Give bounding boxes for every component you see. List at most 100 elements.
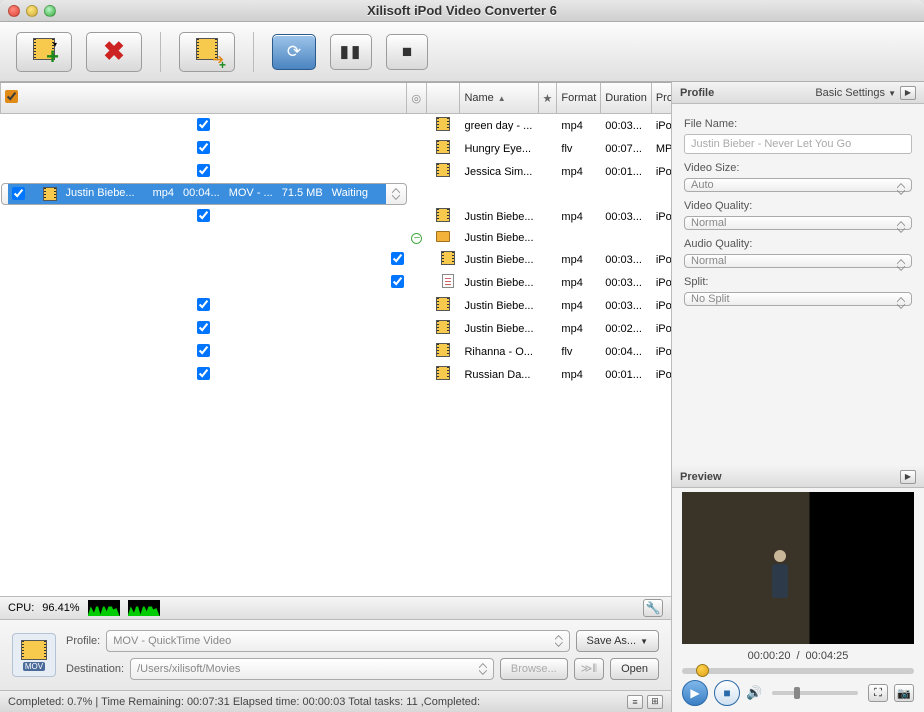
format-cell <box>557 228 601 248</box>
videoquality-select[interactable]: Normal <box>684 216 912 230</box>
table-row[interactable]: −Justin Biebe... <box>1 228 672 248</box>
format-cell: mp4 <box>557 271 601 294</box>
grid-view-button[interactable]: ⊞ <box>647 695 663 709</box>
name-cell: Justin Biebe... <box>460 271 538 294</box>
table-row[interactable]: Hungry Eye...flv00:07...MP4 - ...62.8 MB… <box>1 137 672 160</box>
filename-label: File Name: <box>684 118 912 130</box>
play-button[interactable]: ▶ <box>682 680 708 706</box>
row-checkbox[interactable] <box>197 298 210 311</box>
table-row[interactable]: Russian Da...mp400:01...iPod - ...8.4 MB… <box>1 363 672 386</box>
column-header[interactable] <box>427 83 460 114</box>
destination-field[interactable]: /Users/xilisoft/Movies <box>130 658 494 680</box>
duration-cell: 00:03... <box>601 114 652 138</box>
delete-button[interactable]: ✖ <box>86 32 142 72</box>
split-select[interactable]: No Split <box>684 292 912 306</box>
row-checkbox[interactable] <box>197 141 210 154</box>
name-cell: Russian Da... <box>460 363 538 386</box>
profile-cell: iPod - ... <box>651 294 671 317</box>
column-header[interactable]: Name <box>460 83 538 114</box>
video-frame <box>682 492 914 644</box>
output-cell: 71.5 MB <box>278 184 328 204</box>
table-row[interactable]: Justin Biebe...mp400:03...iPod - ...21.0… <box>1 205 672 228</box>
profile-label: Profile: <box>66 635 100 647</box>
profile-cell: iPod to... <box>651 271 671 294</box>
profile-cell: iPod - ... <box>651 363 671 386</box>
table-row[interactable]: green day - ...mp400:03...iPod - ...16.5… <box>1 114 672 138</box>
filename-input[interactable]: Justin Bieber - Never Let You Go <box>684 134 912 154</box>
videosize-select[interactable]: Auto <box>684 178 912 192</box>
profile-cell: iPod - ... <box>651 114 671 138</box>
row-checkbox[interactable] <box>197 118 210 131</box>
audioquality-select[interactable]: Normal <box>684 254 912 268</box>
format-cell: mp4 <box>557 294 601 317</box>
table-row[interactable]: Justin Biebe...mp400:02...iPod - ...15.7… <box>1 317 672 340</box>
table-row[interactable]: Jessica Sim...mp400:01...iPod - ...6.0 M… <box>1 160 672 183</box>
table-row[interactable]: Justin Biebe...mp400:03...iPod to...30.7… <box>1 271 672 294</box>
preview-video[interactable] <box>682 492 914 644</box>
panel-toggle-button[interactable]: ▶ <box>900 86 916 100</box>
list-icon: ≡ <box>632 697 637 707</box>
grid-icon: ⊞ <box>651 696 659 707</box>
name-cell: Justin Biebe... <box>460 317 538 340</box>
add-profile-button[interactable]: ➔+ <box>179 32 235 72</box>
row-checkbox[interactable] <box>197 321 210 334</box>
select-all-checkbox[interactable] <box>5 90 18 103</box>
row-checkbox[interactable] <box>197 344 210 357</box>
row-checkbox[interactable] <box>197 367 210 380</box>
add-file-button[interactable]: +▾ <box>16 32 72 72</box>
duration-cell: 00:07... <box>601 137 652 160</box>
row-checkbox[interactable] <box>12 187 25 200</box>
list-view-button[interactable]: ≡ <box>627 695 643 709</box>
snapshot-button[interactable]: 📷 <box>894 684 914 702</box>
film-icon <box>43 187 57 201</box>
output-panel: MOV Profile: MOV - QuickTime Video Save … <box>0 620 671 690</box>
time-display: 00:00:20 / 00:04:25 <box>672 650 924 662</box>
app-window: Xilisoft iPod Video Converter 6 +▾ ✖ ➔+ … <box>0 0 924 712</box>
format-cell: mp4 <box>557 114 601 138</box>
column-header[interactable]: Format <box>557 83 601 114</box>
stop-button[interactable]: ■ <box>386 34 428 70</box>
stop-preview-button[interactable]: ■ <box>714 680 740 706</box>
table-row[interactable]: Justin Biebe...mp400:03...iPod - ...20.9… <box>1 248 672 271</box>
row-checkbox[interactable] <box>391 252 404 265</box>
preview-toggle-button[interactable]: ▶ <box>900 470 916 484</box>
cpu-graph-icon <box>128 600 160 616</box>
format-cell: mp4 <box>557 317 601 340</box>
browse-button[interactable]: Browse... <box>500 658 568 680</box>
disc-icon: ◎ <box>411 93 421 105</box>
settings-form: File Name: Justin Bieber - Never Let You… <box>672 104 924 316</box>
side-panel: Profile Basic Settings ▼ ▶ File Name: Ju… <box>672 82 924 712</box>
column-header[interactable]: ★ <box>538 83 557 114</box>
profile-cell: iPod - ... <box>651 248 671 271</box>
preview-panel-header: Preview ▶ <box>672 466 924 488</box>
duration-cell: 00:04... <box>601 340 652 363</box>
convert-button[interactable]: ⟳ <box>272 34 316 70</box>
seek-slider[interactable] <box>682 668 914 674</box>
fullscreen-button[interactable]: ⛶ <box>868 684 888 702</box>
row-checkbox[interactable] <box>197 164 210 177</box>
basic-settings-menu[interactable]: Basic Settings ▼ <box>815 87 896 99</box>
collapse-icon[interactable]: − <box>411 233 422 244</box>
duration-cell <box>601 228 652 248</box>
film-icon <box>436 320 450 334</box>
volume-slider[interactable] <box>772 691 858 695</box>
pause-button[interactable]: ▮▮ <box>330 34 372 70</box>
videosize-label: Video Size: <box>684 162 912 174</box>
row-checkbox[interactable] <box>391 275 404 288</box>
table-row[interactable]: Justin Biebe...mp400:03...iPod - ...17.5… <box>1 294 672 317</box>
table-row[interactable]: Justin Biebe...mp400:04...MOV - ...71.5 … <box>1 183 407 205</box>
skip-button[interactable]: ≫⦀ <box>574 658 604 680</box>
save-as-button[interactable]: Save As...▼ <box>576 630 659 652</box>
column-header[interactable] <box>1 83 407 114</box>
column-header[interactable]: ◎ <box>407 83 427 114</box>
profile-select[interactable]: MOV - QuickTime Video <box>106 630 569 652</box>
speaker-icon[interactable]: 🔊 <box>746 685 762 701</box>
column-header[interactable]: Profile <box>651 83 671 114</box>
settings-button[interactable]: 🔧 <box>643 599 663 617</box>
seek-thumb[interactable] <box>696 664 709 677</box>
file-table[interactable]: ◎Name★FormatDurationProfileOutput SizeSt… <box>0 82 671 596</box>
row-checkbox[interactable] <box>197 209 210 222</box>
table-row[interactable]: Rihanna - O...flv00:04...iPod - ...22.9 … <box>1 340 672 363</box>
open-button[interactable]: Open <box>610 658 659 680</box>
column-header[interactable]: Duration <box>601 83 652 114</box>
